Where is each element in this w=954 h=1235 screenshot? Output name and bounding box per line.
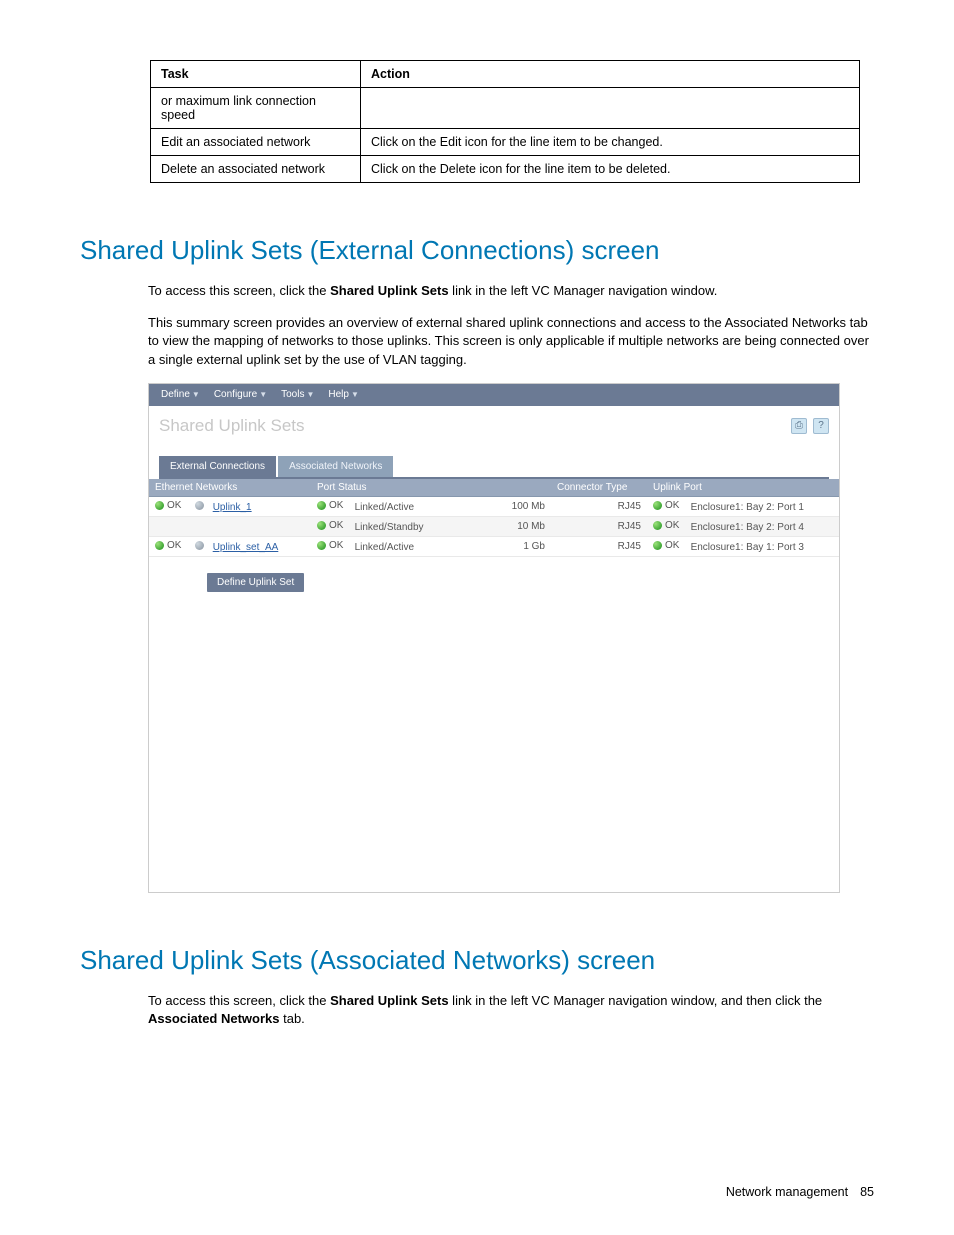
text: tab. (280, 1011, 305, 1026)
cell-action: Click on the Edit icon for the line item… (361, 129, 860, 156)
th-action: Action (361, 61, 860, 88)
uplink-port: Enclosure1: Bay 2: Port 4 (691, 522, 804, 533)
cell-task: Delete an associated network (151, 156, 361, 183)
status-ok: OK (653, 500, 679, 511)
heading-associated-networks: Shared Uplink Sets (Associated Networks)… (80, 945, 874, 976)
panel-title: Shared Uplink Sets (159, 416, 305, 436)
col-ethernet-networks: Ethernet Networks (149, 479, 311, 497)
link-state: Linked/Active (355, 542, 414, 553)
network-icon (195, 541, 204, 550)
col-connector-type: Connector Type (551, 479, 647, 497)
task-action-table: Task Action or maximum link connection s… (150, 60, 860, 183)
link-state: Linked/Active (355, 502, 414, 513)
status-ok: OK (155, 500, 181, 511)
network-icon (195, 501, 204, 510)
status-ok-icon (317, 521, 326, 530)
footer-section: Network management (726, 1185, 848, 1199)
table-row[interactable]: OK Uplink_1 OK Linked/Active 100 Mb RJ45… (149, 496, 839, 516)
status-ok: OK (317, 500, 343, 511)
bold-link-name: Shared Uplink Sets (330, 993, 448, 1008)
link-state: Linked/Standby (355, 522, 424, 533)
text: link in the left VC Manager navigation w… (449, 283, 718, 298)
table-row[interactable]: OK Uplink_set_AA OK Linked/Active 1 Gb R… (149, 536, 839, 556)
tab-external-connections[interactable]: External Connections (159, 456, 276, 477)
cell-action: Click on the Delete icon for the line it… (361, 156, 860, 183)
vc-manager-screenshot: Define▼ Configure▼ Tools▼ Help▼ Shared U… (148, 383, 840, 893)
text: To access this screen, click the (148, 283, 330, 298)
text: To access this screen, click the (148, 993, 330, 1008)
speed: 1 Gb (497, 536, 551, 556)
status-ok-icon (653, 521, 662, 530)
print-icon[interactable]: ⎙ (791, 418, 807, 434)
connector: RJ45 (551, 536, 647, 556)
col-speed-spacer (497, 479, 551, 497)
intro-assoc: To access this screen, click the Shared … (148, 992, 874, 1028)
uplink-port: Enclosure1: Bay 1: Port 3 (691, 542, 804, 553)
bold-link-name: Shared Uplink Sets (330, 283, 448, 298)
status-ok: OK (653, 520, 679, 531)
uplink-port: Enclosure1: Bay 2: Port 1 (691, 502, 804, 513)
status-ok: OK (155, 540, 181, 551)
connector: RJ45 (551, 516, 647, 536)
table-row[interactable]: OK Linked/Standby 10 Mb RJ45 OK Enclosur… (149, 516, 839, 536)
status-ok: OK (653, 540, 679, 551)
intro-para-1: To access this screen, click the Shared … (148, 282, 874, 300)
menu-define[interactable]: Define▼ (155, 389, 206, 400)
col-port-status: Port Status (311, 479, 497, 497)
text: link in the left VC Manager navigation w… (449, 993, 823, 1008)
menubar: Define▼ Configure▼ Tools▼ Help▼ (149, 384, 839, 406)
uplink-link[interactable]: Uplink_1 (213, 502, 252, 513)
menu-tools[interactable]: Tools▼ (275, 389, 320, 400)
menu-configure[interactable]: Configure▼ (208, 389, 273, 400)
speed: 100 Mb (497, 496, 551, 516)
heading-external-connections: Shared Uplink Sets (External Connections… (80, 235, 874, 266)
connector: RJ45 (551, 496, 647, 516)
cell-task: Edit an associated network (151, 129, 361, 156)
help-icon[interactable]: ? (813, 418, 829, 434)
intro-para-2: This summary screen provides an overview… (148, 314, 874, 369)
bold-tab-name: Associated Networks (148, 1011, 280, 1026)
cell-task: or maximum link connection speed (151, 88, 361, 129)
status-ok-icon (317, 501, 326, 510)
tab-associated-networks[interactable]: Associated Networks (278, 456, 393, 477)
define-uplink-set-button[interactable]: Define Uplink Set (207, 573, 304, 592)
cell-action (361, 88, 860, 129)
uplink-grid: Ethernet Networks Port Status Connector … (149, 479, 839, 557)
status-ok: OK (317, 520, 343, 531)
th-task: Task (151, 61, 361, 88)
menu-help[interactable]: Help▼ (322, 389, 365, 400)
status-ok-icon (155, 541, 164, 550)
status-ok-icon (155, 501, 164, 510)
status-ok: OK (317, 540, 343, 551)
status-ok-icon (653, 501, 662, 510)
uplink-link[interactable]: Uplink_set_AA (213, 542, 279, 553)
status-ok-icon (317, 541, 326, 550)
footer-page: 85 (860, 1185, 874, 1199)
speed: 10 Mb (497, 516, 551, 536)
col-uplink-port: Uplink Port (647, 479, 839, 497)
status-ok-icon (653, 541, 662, 550)
